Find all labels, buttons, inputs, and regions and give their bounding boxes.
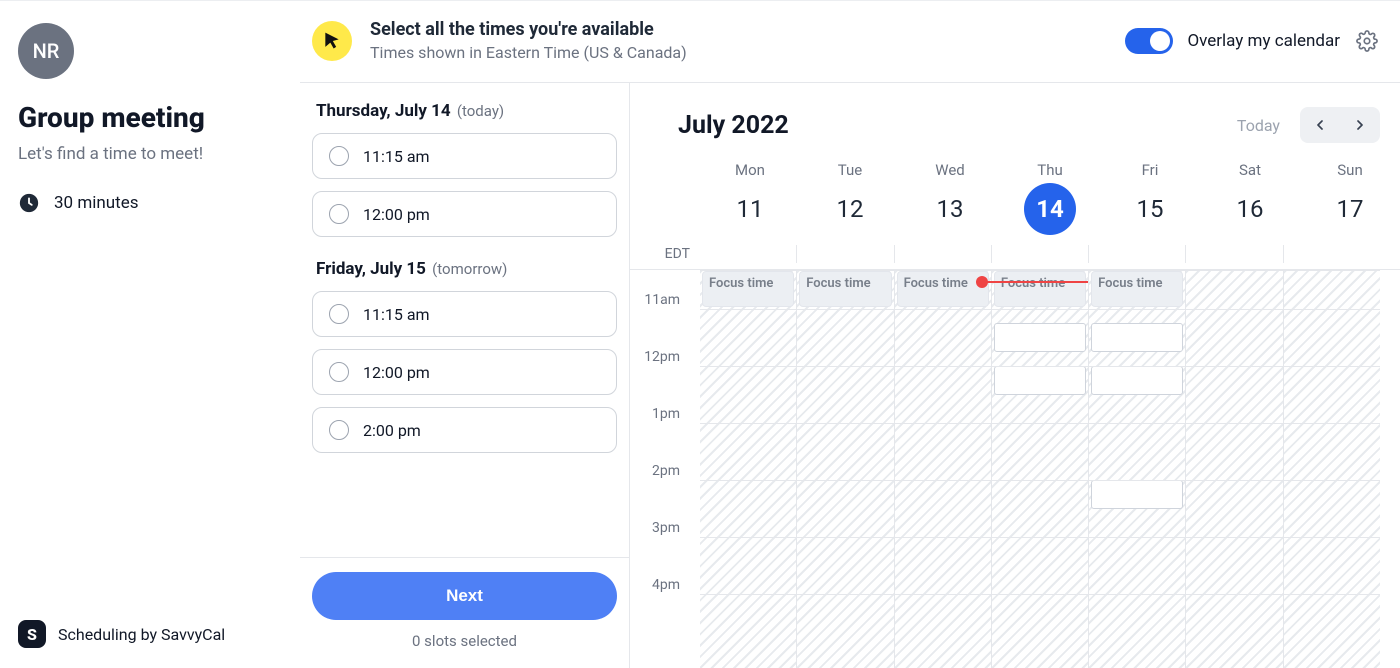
next-week-button[interactable]	[1340, 107, 1380, 143]
day-number: 12	[824, 183, 876, 235]
brand-text: Scheduling by SavvyCal	[58, 625, 225, 644]
radio-icon	[329, 204, 349, 224]
day-number: 14	[1024, 183, 1076, 235]
current-time-indicator	[986, 281, 1088, 283]
available-slot[interactable]	[994, 366, 1086, 395]
hour-label: 4pm	[652, 577, 690, 634]
time-slot[interactable]: 2:00 pm	[312, 407, 617, 453]
available-slot[interactable]	[1091, 366, 1183, 395]
calendar-day-column[interactable]: Focus time	[1088, 271, 1185, 668]
day-heading: Thursday, July 14 (today)	[316, 101, 613, 121]
day-name: Fri	[1100, 161, 1200, 179]
time-slot[interactable]: 12:00 pm	[312, 191, 617, 237]
clock-icon	[18, 192, 40, 214]
hour-gridline	[700, 594, 1380, 595]
meeting-subtitle: Let's find a time to meet!	[18, 144, 282, 164]
hour-label: 12pm	[644, 349, 690, 406]
day-number: 13	[924, 183, 976, 235]
header-subtitle: Times shown in Eastern Time (US & Canada…	[370, 43, 687, 62]
time-slot-label: 2:00 pm	[363, 421, 421, 440]
prev-week-button[interactable]	[1300, 107, 1340, 143]
available-slot[interactable]	[1091, 323, 1183, 352]
calendar-event[interactable]: Focus time	[897, 271, 989, 307]
calendar-event[interactable]: Focus time	[702, 271, 794, 307]
hour-label: 11am	[644, 292, 690, 349]
radio-icon	[329, 304, 349, 324]
day-number: 16	[1224, 183, 1276, 235]
gear-icon[interactable]	[1356, 30, 1378, 52]
day-name: Sat	[1200, 161, 1300, 179]
timezone-label: EDT	[630, 246, 700, 262]
radio-icon	[329, 362, 349, 382]
calendar-event[interactable]: Focus time	[1091, 271, 1183, 307]
time-slot-label: 11:15 am	[363, 147, 430, 166]
hour-label: 3pm	[652, 520, 690, 577]
available-slot[interactable]	[1091, 480, 1183, 509]
hour-gridline	[700, 537, 1380, 538]
day-number: 15	[1124, 183, 1176, 235]
available-slot[interactable]	[994, 323, 1086, 352]
calendar-month: July 2022	[678, 111, 789, 140]
hour-label: 1pm	[652, 406, 690, 463]
overlay-label: Overlay my calendar	[1187, 31, 1340, 51]
day-column-header[interactable]: Fri 15	[1100, 161, 1200, 235]
radio-icon	[329, 146, 349, 166]
calendar-day-column[interactable]	[1283, 271, 1380, 668]
day-column-header[interactable]: Sun 17	[1300, 161, 1400, 235]
user-avatar: NR	[18, 23, 74, 79]
hour-gridline	[700, 480, 1380, 481]
day-column-header[interactable]: Mon 11	[700, 161, 800, 235]
calendar-event[interactable]: Focus time	[994, 271, 1086, 307]
hour-gridline	[700, 423, 1380, 424]
time-slot[interactable]: 12:00 pm	[312, 349, 617, 395]
hour-gridline	[700, 366, 1380, 367]
day-name: Wed	[900, 161, 1000, 179]
day-name: Thu	[1000, 161, 1100, 179]
time-slot-label: 11:15 am	[363, 305, 430, 324]
calendar-event[interactable]: Focus time	[799, 271, 891, 307]
calendar-day-column[interactable]	[1185, 271, 1282, 668]
time-slot[interactable]: 11:15 am	[312, 133, 617, 179]
day-number: 17	[1324, 183, 1376, 235]
hour-label: 2pm	[652, 463, 690, 520]
time-slot-label: 12:00 pm	[363, 205, 430, 224]
day-name: Tue	[800, 161, 900, 179]
day-column-header[interactable]: Thu 14	[1000, 161, 1100, 235]
calendar-day-column[interactable]: Focus time	[796, 271, 893, 668]
day-name: Sun	[1300, 161, 1400, 179]
radio-icon	[329, 420, 349, 440]
brand-logo: S	[18, 620, 46, 648]
calendar-day-column[interactable]: Focus time	[991, 271, 1088, 668]
time-slot[interactable]: 11:15 am	[312, 291, 617, 337]
today-button[interactable]: Today	[1237, 116, 1280, 135]
selected-count: 0 slots selected	[312, 632, 617, 650]
hour-gridline	[700, 309, 1380, 310]
day-name: Mon	[700, 161, 800, 179]
day-number: 11	[724, 183, 776, 235]
calendar-day-column[interactable]: Focus time	[894, 271, 991, 668]
day-column-header[interactable]: Wed 13	[900, 161, 1000, 235]
day-column-header[interactable]: Sat 16	[1200, 161, 1300, 235]
calendar-day-column[interactable]: Focus time	[700, 271, 796, 668]
select-icon	[312, 21, 352, 61]
day-column-header[interactable]: Tue 12	[800, 161, 900, 235]
meeting-duration: 30 minutes	[54, 193, 138, 213]
next-button[interactable]: Next	[312, 572, 617, 620]
header-title: Select all the times you're available	[370, 19, 687, 40]
day-heading: Friday, July 15 (tomorrow)	[316, 259, 613, 279]
time-slot-label: 12:00 pm	[363, 363, 430, 382]
overlay-toggle[interactable]	[1125, 28, 1173, 54]
meeting-title: Group meeting	[18, 101, 282, 134]
